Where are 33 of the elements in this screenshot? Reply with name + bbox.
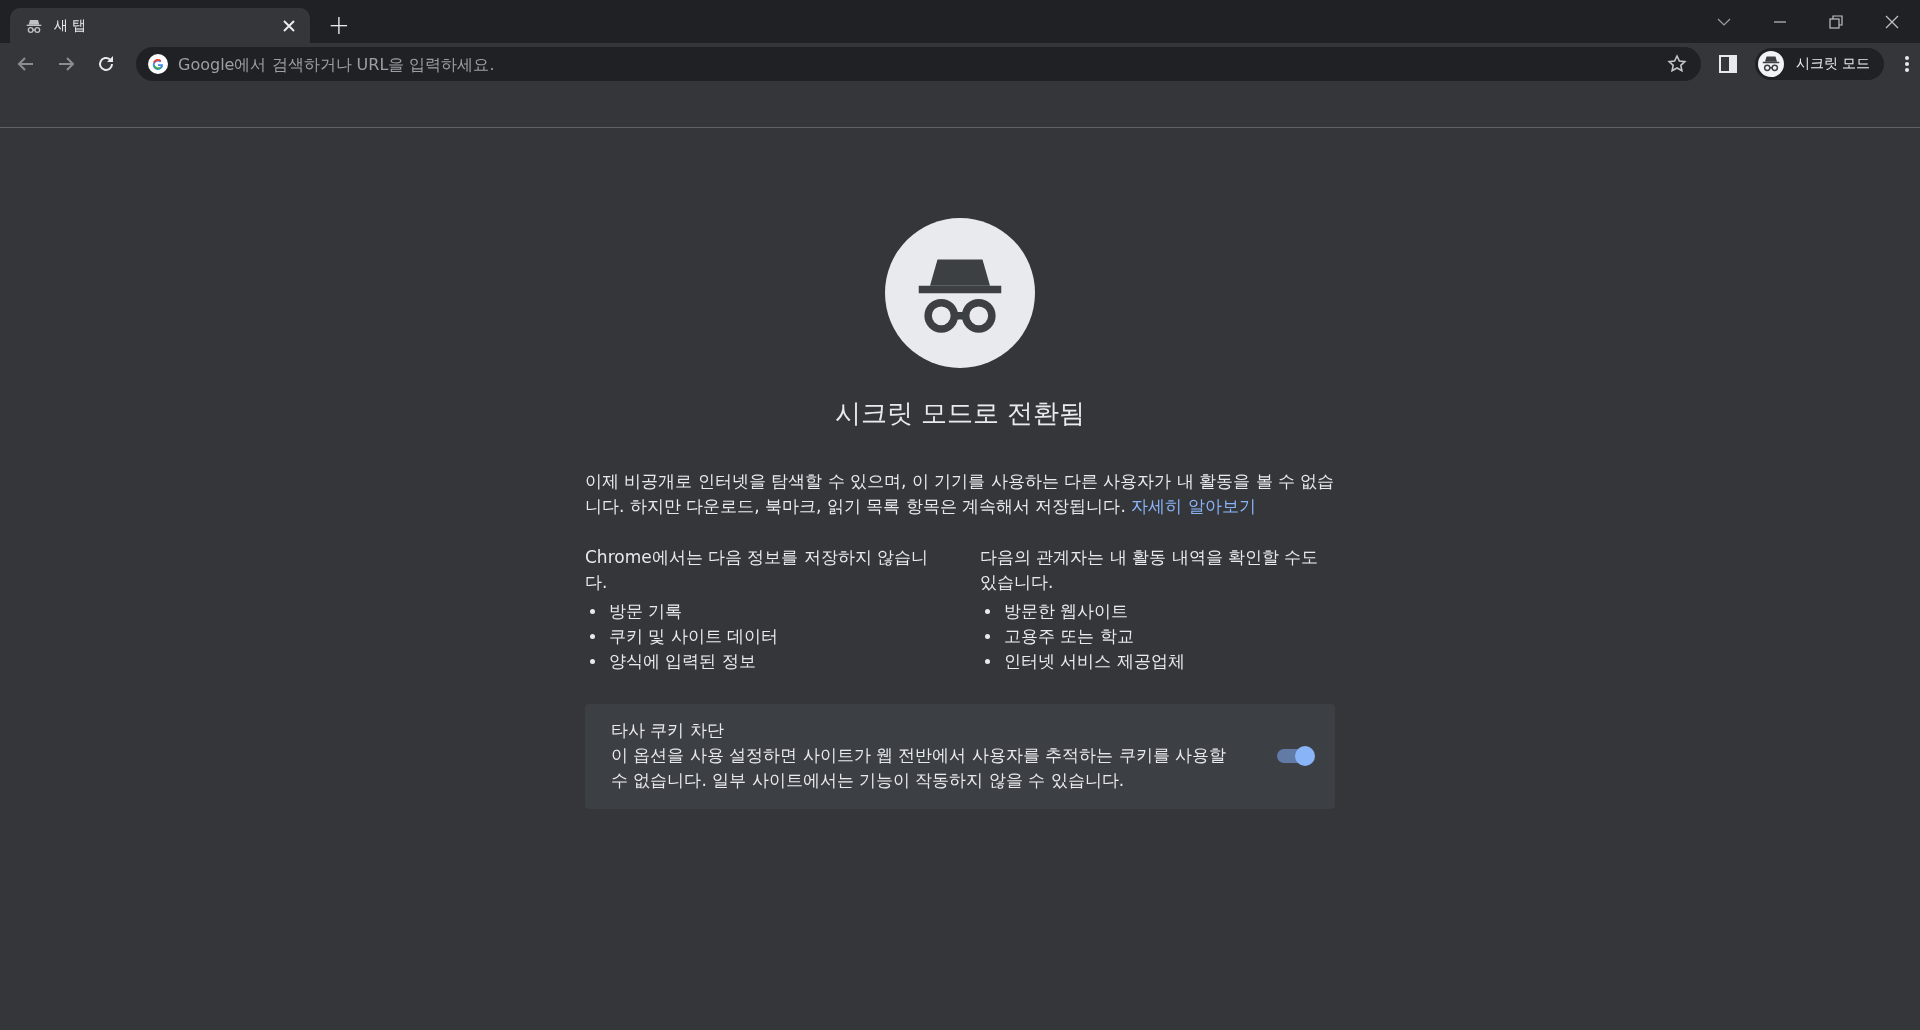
new-tab-button[interactable]: + bbox=[322, 8, 356, 43]
bullet-icon bbox=[590, 659, 595, 664]
incognito-profile-button[interactable]: 시크릿 모드 bbox=[1754, 48, 1884, 80]
learn-more-link[interactable]: 자세히 알아보기 bbox=[1131, 496, 1256, 516]
incognito-icon bbox=[885, 218, 1035, 368]
bullet-icon bbox=[590, 634, 595, 639]
setting-description: 이 옵션을 사용 설정하면 사이트가 웹 전반에서 사용자를 추적하는 쿠키를 사용할 수 없습니다. 일부 사이트에서는 기능이 작동하지 않을 수 있습니다. bbox=[611, 744, 1228, 792]
bullet-icon bbox=[985, 634, 990, 639]
column-heading: Chrome에서는 다음 정보를 저장하지 않습니다. bbox=[585, 546, 930, 594]
list-item: 방문 기록 bbox=[609, 600, 683, 623]
column-heading: 다음의 관계자는 내 활동 내역을 확인할 수도 있습니다. bbox=[980, 546, 1320, 594]
tab-title: 새 탭 bbox=[54, 16, 88, 35]
setting-title: 타사 쿠키 차단 bbox=[611, 719, 725, 742]
list-item: 인터넷 서비스 제공업체 bbox=[1004, 650, 1185, 673]
bullet-icon bbox=[985, 609, 990, 614]
page-title: 시크릿 모드로 전환됨 bbox=[834, 397, 1086, 430]
close-icon[interactable] bbox=[1884, 13, 1900, 30]
list-item: 쿠키 및 사이트 데이터 bbox=[609, 625, 779, 648]
restore-icon[interactable] bbox=[1828, 13, 1844, 30]
incognito-avatar-icon bbox=[1757, 51, 1784, 77]
more-menu-icon[interactable] bbox=[1904, 55, 1910, 73]
side-panel-icon[interactable] bbox=[1718, 55, 1737, 73]
star-icon[interactable] bbox=[1666, 54, 1687, 74]
intro-paragraph: 이제 비공개로 인터넷을 탐색할 수 있으며, 이 기기를 사용하는 다른 사용자가 내 활동을 볼 수 없습니다. 하지만 다운로드, 북마크, 읽기 목록 항목은 계속해서 저장됩니다. 자세히 알아보기 bbox=[585, 470, 1335, 518]
bullet-icon bbox=[985, 659, 990, 664]
browser-tab[interactable]: 새 탭 bbox=[10, 8, 310, 43]
list-item: 방문한 웹사이트 bbox=[1004, 600, 1129, 623]
bullet-icon bbox=[590, 609, 595, 614]
list-item: 양식에 입력된 정보 bbox=[609, 650, 756, 673]
address-bar[interactable]: Google에서 검색하거나 URL을 입력하세요. bbox=[136, 47, 1701, 81]
reload-icon[interactable] bbox=[96, 54, 116, 74]
incognito-icon bbox=[26, 17, 42, 34]
list-item: 고용주 또는 학교 bbox=[1004, 625, 1134, 648]
